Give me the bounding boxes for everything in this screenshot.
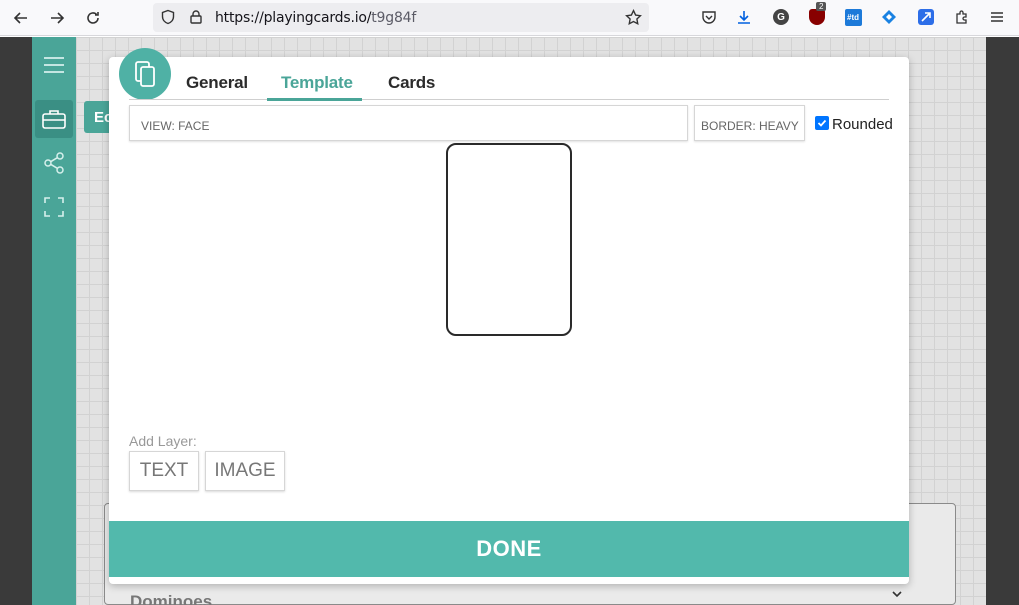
border-select[interactable]: BORDER: HEAVY <box>694 105 805 141</box>
menu-hamburger-icon[interactable] <box>987 7 1007 27</box>
url-text[interactable]: https://playingcards.io/t9g84f <box>215 10 416 26</box>
tab-template[interactable]: Template <box>281 73 353 93</box>
ublock-icon[interactable]: 2 <box>807 2 827 27</box>
extensions-puzzle-icon[interactable] <box>952 7 972 27</box>
download-icon[interactable] <box>734 7 754 27</box>
rounded-checkbox[interactable] <box>815 116 829 130</box>
reload-icon[interactable] <box>82 7 104 29</box>
shield-icon[interactable] <box>158 7 178 27</box>
share-icon[interactable] <box>40 149 68 177</box>
grammarly-icon[interactable]: G <box>771 7 791 27</box>
chevron-down-icon <box>891 588 903 602</box>
tab-cards[interactable]: Cards <box>388 73 435 93</box>
pocket-icon[interactable] <box>699 7 719 27</box>
lock-icon[interactable] <box>186 7 206 27</box>
done-button[interactable]: DONE <box>109 521 909 577</box>
cards-deck-icon <box>119 48 171 100</box>
add-image-layer-button[interactable]: IMAGE <box>205 451 285 491</box>
tab-divider <box>129 99 889 100</box>
arrow-extension-icon[interactable] <box>916 7 936 27</box>
behind-dropdown-text: Dominoes <box>130 592 213 605</box>
forward-arrow-icon[interactable] <box>46 7 68 29</box>
fullscreen-icon[interactable] <box>40 193 68 221</box>
diamond-extension-icon[interactable] <box>879 7 899 27</box>
extension-badge: 2 <box>816 2 827 11</box>
tab-general[interactable]: General <box>186 73 248 93</box>
address-bar[interactable]: https://playingcards.io/t9g84f <box>153 3 649 32</box>
view-select[interactable]: VIEW: FACE <box>129 105 688 141</box>
tab-active-indicator <box>267 98 362 101</box>
add-text-layer-button[interactable]: TEXT <box>129 451 199 491</box>
briefcase-icon[interactable] <box>40 105 68 133</box>
bookmark-star-icon[interactable] <box>623 7 643 27</box>
back-arrow-icon[interactable] <box>10 7 32 29</box>
browser-toolbar: https://playingcards.io/t9g84f G 2 #td <box>0 0 1019 36</box>
add-layer-label: Add Layer: <box>129 433 197 449</box>
rounded-label[interactable]: Rounded <box>832 116 893 133</box>
td-extension-icon[interactable]: #td <box>843 7 863 27</box>
hamburger-menu-icon[interactable] <box>40 51 68 79</box>
checkmark-icon <box>817 119 827 127</box>
card-preview[interactable] <box>446 143 572 336</box>
